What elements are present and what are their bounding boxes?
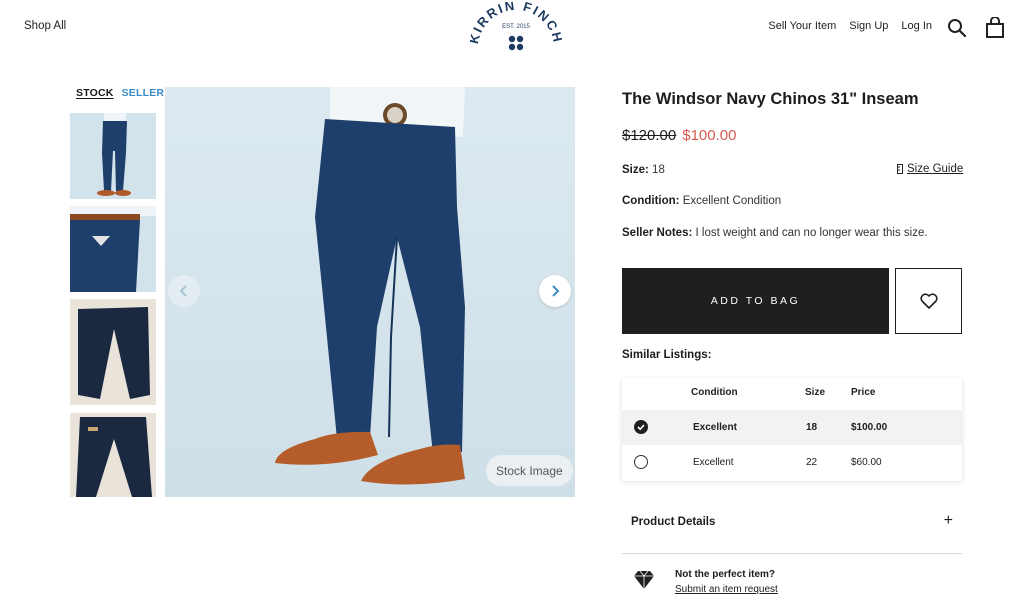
product-details-label: Product Details bbox=[631, 516, 716, 528]
thumbnail-back-detail[interactable] bbox=[70, 206, 156, 292]
chevron-left-icon bbox=[179, 285, 187, 297]
tab-stock[interactable]: STOCK bbox=[76, 87, 114, 99]
row-size: 22 bbox=[806, 457, 818, 468]
size-guide-label: Size Guide bbox=[907, 163, 964, 175]
condition-row: Condition: Excellent Condition bbox=[622, 195, 781, 207]
size-label: Size: bbox=[622, 164, 649, 176]
column-header-condition: Condition bbox=[691, 387, 738, 398]
column-header-price: Price bbox=[851, 387, 876, 398]
thumbnail-model-full[interactable] bbox=[70, 113, 156, 199]
kirrin-finch-logo[interactable]: KIRRIN FINCH EST. 2015 bbox=[466, 0, 564, 58]
seller-notes-row: Seller Notes: I lost weight and can no l… bbox=[622, 227, 928, 239]
bag-icon[interactable] bbox=[985, 16, 1005, 38]
row-price: $100.00 bbox=[851, 422, 888, 433]
gallery-tabs: STOCK SELLER bbox=[76, 87, 164, 99]
plus-icon: + bbox=[943, 512, 953, 529]
condition-label: Condition: bbox=[622, 195, 680, 207]
logo-established: EST. 2015 bbox=[502, 24, 530, 30]
size-guide-link[interactable]: Size Guide bbox=[897, 163, 963, 175]
product-title: The Windsor Navy Chinos 31" Inseam bbox=[622, 90, 919, 108]
table-row[interactable]: Excellent 22 $60.00 bbox=[622, 445, 962, 480]
row-condition: Excellent bbox=[693, 422, 737, 433]
row-price: $60.00 bbox=[851, 457, 882, 468]
main-product-image[interactable] bbox=[165, 87, 575, 497]
similar-listings-label: Similar Listings: bbox=[622, 349, 712, 361]
request-title: Not the perfect item? bbox=[675, 569, 776, 580]
sale-price: $100.00 bbox=[682, 127, 737, 144]
thumbnail-flat-back[interactable] bbox=[70, 413, 156, 497]
seller-notes-value: I lost weight and can no longer wear thi… bbox=[695, 227, 928, 239]
table-row[interactable]: Excellent 18 $100.00 bbox=[622, 410, 962, 445]
seller-notes-label: Seller Notes: bbox=[622, 227, 693, 239]
site-header: Shop All KIRRIN FINCH EST. 2015 Sell You… bbox=[0, 0, 1024, 60]
heart-icon bbox=[919, 293, 938, 309]
diamond-icon bbox=[634, 570, 654, 589]
condition-value: Excellent Condition bbox=[682, 195, 782, 207]
size-value: 18 bbox=[652, 164, 665, 176]
row-size: 18 bbox=[806, 422, 818, 433]
search-icon[interactable] bbox=[947, 18, 967, 38]
wishlist-button[interactable] bbox=[895, 268, 962, 334]
item-request-section: Not the perfect item? Submit an item req… bbox=[622, 566, 962, 606]
row-condition: Excellent bbox=[693, 457, 734, 468]
price-row: $120.00 $100.00 bbox=[622, 127, 736, 144]
column-header-size: Size bbox=[805, 387, 826, 398]
size-row: Size: 18 bbox=[622, 164, 665, 176]
similar-listings-table: Condition Size Price Excellent 18 $100.0… bbox=[622, 378, 962, 481]
check-icon bbox=[637, 424, 645, 431]
header-nav: Sell Your Item Sign Up Log In bbox=[768, 20, 932, 32]
sign-up-link[interactable]: Sign Up bbox=[849, 20, 888, 32]
add-to-bag-button[interactable]: ADD TO BAG bbox=[622, 268, 889, 334]
original-price: $120.00 bbox=[622, 127, 677, 144]
chevron-right-icon bbox=[552, 285, 560, 297]
ruler-icon bbox=[897, 164, 903, 174]
product-details-accordion[interactable]: Product Details + bbox=[622, 506, 962, 554]
sell-your-item-link[interactable]: Sell Your Item bbox=[768, 20, 836, 32]
next-image-button[interactable] bbox=[539, 275, 571, 307]
stock-image-badge: Stock Image bbox=[486, 455, 573, 486]
log-in-link[interactable]: Log In bbox=[901, 20, 932, 32]
selected-radio[interactable] bbox=[634, 420, 648, 434]
shop-all-link[interactable]: Shop All bbox=[24, 20, 66, 32]
unselected-radio[interactable] bbox=[634, 455, 648, 469]
submit-item-request-link[interactable]: Submit an item request bbox=[675, 584, 778, 595]
thumbnail-flat-front[interactable] bbox=[70, 299, 156, 405]
tab-seller[interactable]: SELLER bbox=[122, 87, 165, 99]
previous-image-button[interactable] bbox=[168, 275, 200, 307]
